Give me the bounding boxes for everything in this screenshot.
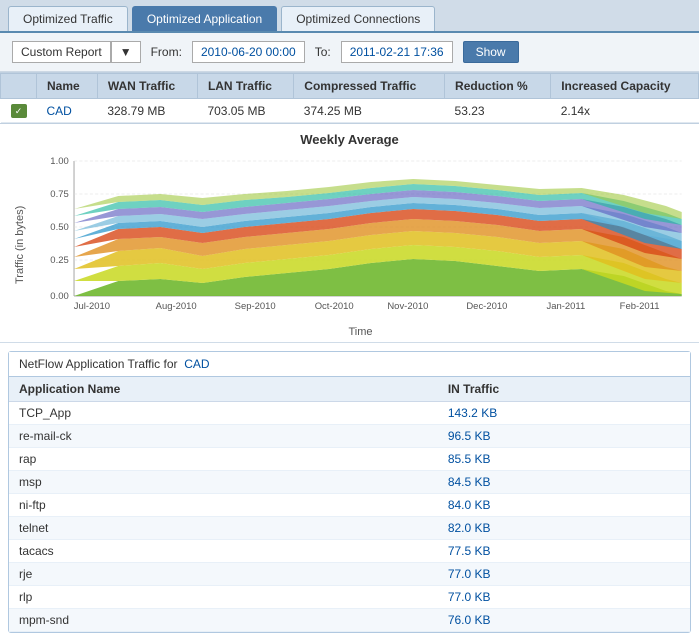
col-increased: Increased Capacity [551,74,699,99]
svg-text:Nov-2010: Nov-2010 [387,301,428,311]
netflow-traffic-value: 77.5 KB [438,540,690,563]
netflow-row: re-mail-ck96.5 KB [9,425,690,448]
svg-text:Sep-2010: Sep-2010 [235,301,276,311]
netflow-col-traffic: IN Traffic [438,377,690,402]
tabs-bar: Optimized Traffic Optimized Application … [0,0,699,33]
svg-text:0.75: 0.75 [50,189,68,199]
to-label: To: [315,45,331,59]
netflow-row: rap85.5 KB [9,448,690,471]
svg-text:0.25: 0.25 [50,255,68,265]
row-compressed: 374.25 MB [294,99,445,123]
netflow-traffic-value: 77.0 KB [438,563,690,586]
tab-optimized-connections[interactable]: Optimized Connections [281,6,435,31]
netflow-traffic-value: 84.0 KB [438,494,690,517]
svg-text:Jul-2010: Jul-2010 [74,301,110,311]
netflow-traffic-value: 84.5 KB [438,471,690,494]
chart-svg: 1.00 0.75 0.50 0.25 0.00 [34,151,687,321]
chart-inner: 1.00 0.75 0.50 0.25 0.00 [34,151,687,338]
netflow-traffic-value: 77.0 KB [438,586,690,609]
tab-optimized-traffic[interactable]: Optimized Traffic [8,6,128,31]
netflow-traffic-value: 96.5 KB [438,425,690,448]
netflow-row: mpm-snd76.0 KB [9,609,690,632]
netflow-app-name: TCP_App [9,402,438,425]
netflow-row: ni-ftp84.0 KB [9,494,690,517]
svg-text:Jan-2011: Jan-2011 [546,301,585,311]
row-name: CAD [37,99,98,123]
chart-container: Traffic (in bytes) 1.00 0.75 0.50 0.25 0… [12,151,687,338]
svg-text:Dec-2010: Dec-2010 [466,301,507,311]
netflow-traffic-value: 143.2 KB [438,402,690,425]
main-data-section: Name WAN Traffic LAN Traffic Compressed … [0,72,699,124]
netflow-app-name: rje [9,563,438,586]
netflow-traffic-value: 82.0 KB [438,517,690,540]
col-icon [1,74,37,99]
svg-text:0.50: 0.50 [50,222,68,232]
chart-section: Weekly Average Traffic (in bytes) 1.00 0… [0,124,699,343]
netflow-table: Application Name IN Traffic TCP_App143.2… [9,377,690,632]
cad-link[interactable]: CAD [47,104,72,118]
col-name: Name [37,74,98,99]
netflow-app-name: mpm-snd [9,609,438,632]
netflow-header: NetFlow Application Traffic for CAD [9,352,690,377]
svg-text:1.00: 1.00 [50,156,68,166]
netflow-traffic-value: 76.0 KB [438,609,690,632]
from-label: From: [151,45,182,59]
tab-optimized-application[interactable]: Optimized Application [132,6,277,31]
netflow-row: TCP_App143.2 KB [9,402,690,425]
x-axis-label: Time [34,326,687,338]
row-lan: 703.05 MB [197,99,293,123]
col-compressed: Compressed Traffic [294,74,445,99]
custom-report-dropdown[interactable]: Custom Report ▼ [12,41,141,63]
from-value[interactable]: 2010-06-20 00:00 [192,41,305,63]
traffic-table: Name WAN Traffic LAN Traffic Compressed … [0,73,699,123]
row-reduction: 53.23 [445,99,551,123]
netflow-row: msp84.5 KB [9,471,690,494]
netflow-section: NetFlow Application Traffic for CAD Appl… [8,351,691,633]
svg-text:0.00: 0.00 [50,291,68,301]
netflow-app-name: re-mail-ck [9,425,438,448]
show-button[interactable]: Show [463,41,519,63]
row-wan: 328.79 MB [97,99,197,123]
col-wan: WAN Traffic [97,74,197,99]
table-row: ✓ CAD 328.79 MB 703.05 MB 374.25 MB 53.2… [1,99,699,123]
check-icon: ✓ [11,104,27,118]
row-increased: 2.14x [551,99,699,123]
custom-report-arrow[interactable]: ▼ [111,41,141,63]
svg-text:Oct-2010: Oct-2010 [315,301,354,311]
netflow-app-name: ni-ftp [9,494,438,517]
y-axis-label: Traffic (in bytes) [12,151,34,338]
toolbar: Custom Report ▼ From: 2010-06-20 00:00 T… [0,33,699,72]
netflow-app-name: rlp [9,586,438,609]
netflow-app-name: tacacs [9,540,438,563]
netflow-header-text: NetFlow Application Traffic for [19,357,178,371]
netflow-app-name: msp [9,471,438,494]
netflow-app-name: rap [9,448,438,471]
to-value[interactable]: 2011-02-21 17:36 [341,41,453,63]
col-lan: LAN Traffic [197,74,293,99]
netflow-row: tacacs77.5 KB [9,540,690,563]
netflow-row: rlp77.0 KB [9,586,690,609]
netflow-app-name: telnet [9,517,438,540]
chart-title: Weekly Average [12,132,687,147]
custom-report-label: Custom Report [12,41,111,63]
svg-text:Aug-2010: Aug-2010 [156,301,197,311]
netflow-row: telnet82.0 KB [9,517,690,540]
svg-text:Feb-2011: Feb-2011 [620,301,660,311]
netflow-row: rje77.0 KB [9,563,690,586]
col-reduction: Reduction % [445,74,551,99]
netflow-traffic-value: 85.5 KB [438,448,690,471]
netflow-col-app: Application Name [9,377,438,402]
row-icon: ✓ [1,99,37,123]
netflow-cad-link[interactable]: CAD [184,357,209,371]
